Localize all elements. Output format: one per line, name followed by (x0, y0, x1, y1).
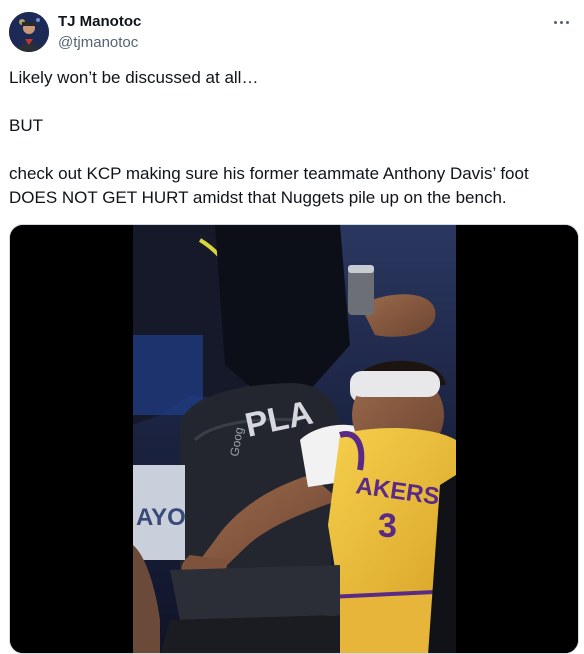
tweet-paragraph: Likely won’t be discussed at all… (9, 68, 259, 87)
tweet-media-video[interactable]: PLA Goog AYO AKERS 3 (9, 224, 579, 654)
author-handle[interactable]: @tjmanotoc (58, 34, 138, 52)
video-frame: PLA Goog AYO AKERS 3 (10, 225, 578, 653)
tweet-card: TJ Manotoc @tjmanotoc Likely won’t be di… (0, 0, 584, 654)
author-name[interactable]: TJ Manotoc (58, 13, 141, 31)
profile-photo-icon (9, 12, 49, 52)
more-options-button[interactable] (546, 10, 576, 34)
jersey-number: 3 (378, 507, 397, 545)
more-dot (559, 20, 563, 24)
author-avatar[interactable] (9, 12, 49, 52)
tweet-paragraph: check out KCP making sure his former tea… (9, 164, 534, 207)
more-dot (565, 20, 569, 24)
tweet-paragraph: BUT (9, 116, 43, 135)
banner-text: AYO (136, 504, 186, 531)
tweet-text: Likely won’t be discussed at all… BUT ch… (9, 66, 575, 210)
more-horizontal-icon (553, 20, 557, 24)
